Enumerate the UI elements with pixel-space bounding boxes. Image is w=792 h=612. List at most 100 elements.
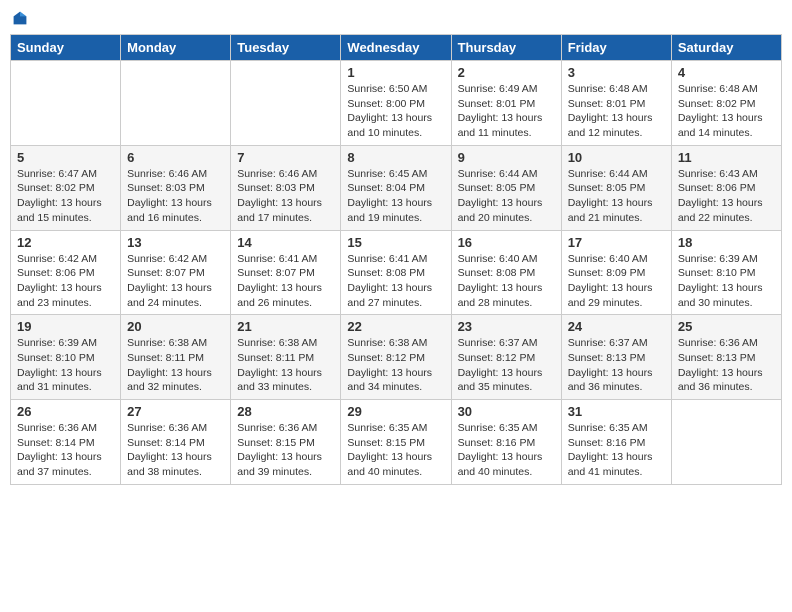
day-info: Sunrise: 6:42 AM Sunset: 8:07 PM Dayligh… bbox=[127, 252, 224, 311]
day-of-week-sunday: Sunday bbox=[11, 35, 121, 61]
day-number: 16 bbox=[458, 235, 555, 250]
day-number: 17 bbox=[568, 235, 665, 250]
calendar-cell: 31 Sunrise: 6:35 AM Sunset: 8:16 PM Dayli… bbox=[561, 400, 671, 485]
calendar-cell: 13 Sunrise: 6:42 AM Sunset: 8:07 PM Dayli… bbox=[121, 230, 231, 315]
day-number: 12 bbox=[17, 235, 114, 250]
day-info: Sunrise: 6:47 AM Sunset: 8:02 PM Dayligh… bbox=[17, 167, 114, 226]
logo-icon bbox=[12, 10, 28, 26]
day-of-week-saturday: Saturday bbox=[671, 35, 781, 61]
day-number: 21 bbox=[237, 319, 334, 334]
day-number: 14 bbox=[237, 235, 334, 250]
day-number: 26 bbox=[17, 404, 114, 419]
day-number: 18 bbox=[678, 235, 775, 250]
calendar-cell bbox=[121, 61, 231, 146]
calendar-cell: 3 Sunrise: 6:48 AM Sunset: 8:01 PM Daylig… bbox=[561, 61, 671, 146]
day-info: Sunrise: 6:36 AM Sunset: 8:14 PM Dayligh… bbox=[127, 421, 224, 480]
day-info: Sunrise: 6:37 AM Sunset: 8:13 PM Dayligh… bbox=[568, 336, 665, 395]
day-of-week-tuesday: Tuesday bbox=[231, 35, 341, 61]
calendar-cell: 30Sunrise: 6:35 AM Sunset: 8:16 PM Dayli… bbox=[451, 400, 561, 485]
day-number: 30 bbox=[458, 404, 555, 419]
day-info: Sunrise: 6:36 AM Sunset: 8:14 PM Dayligh… bbox=[17, 421, 114, 480]
day-number: 4 bbox=[678, 65, 775, 80]
day-info: Sunrise: 6:45 AM Sunset: 8:04 PM Dayligh… bbox=[347, 167, 444, 226]
day-info: Sunrise: 6:40 AM Sunset: 8:08 PM Dayligh… bbox=[458, 252, 555, 311]
day-number: 29 bbox=[347, 404, 444, 419]
day-info: Sunrise: 6:38 AM Sunset: 8:12 PM Dayligh… bbox=[347, 336, 444, 395]
day-info: Sunrise: 6:39 AM Sunset: 8:10 PM Dayligh… bbox=[678, 252, 775, 311]
calendar-cell: 25Sunrise: 6:36 AM Sunset: 8:13 PM Dayli… bbox=[671, 315, 781, 400]
calendar-cell: 8 Sunrise: 6:45 AM Sunset: 8:04 PM Daylig… bbox=[341, 145, 451, 230]
day-info: Sunrise: 6:35 AM Sunset: 8:16 PM Dayligh… bbox=[568, 421, 665, 480]
calendar-cell: 10 Sunrise: 6:44 AM Sunset: 8:05 PM Dayli… bbox=[561, 145, 671, 230]
calendar-cell: 14 Sunrise: 6:41 AM Sunset: 8:07 PM Dayli… bbox=[231, 230, 341, 315]
day-info: Sunrise: 6:42 AM Sunset: 8:06 PM Dayligh… bbox=[17, 252, 114, 311]
calendar-cell bbox=[11, 61, 121, 146]
calendar-cell: 22 Sunrise: 6:38 AM Sunset: 8:12 PM Dayli… bbox=[341, 315, 451, 400]
day-number: 20 bbox=[127, 319, 224, 334]
page-header bbox=[10, 10, 782, 26]
calendar-table: SundayMondayTuesdayWednesdayThursdayFrid… bbox=[10, 34, 782, 485]
day-number: 8 bbox=[347, 150, 444, 165]
calendar-cell: 2 Sunrise: 6:49 AM Sunset: 8:01 PM Daylig… bbox=[451, 61, 561, 146]
calendar-cell: 16 Sunrise: 6:40 AM Sunset: 8:08 PM Dayli… bbox=[451, 230, 561, 315]
calendar-cell: 26 Sunrise: 6:36 AM Sunset: 8:14 PM Dayli… bbox=[11, 400, 121, 485]
calendar-cell: 19Sunrise: 6:39 AM Sunset: 8:10 PM Dayli… bbox=[11, 315, 121, 400]
day-info: Sunrise: 6:40 AM Sunset: 8:09 PM Dayligh… bbox=[568, 252, 665, 311]
day-number: 11 bbox=[678, 150, 775, 165]
calendar-cell: 4 Sunrise: 6:48 AM Sunset: 8:02 PM Daylig… bbox=[671, 61, 781, 146]
day-info: Sunrise: 6:50 AM Sunset: 8:00 PM Dayligh… bbox=[347, 82, 444, 141]
calendar-cell: 9 Sunrise: 6:44 AM Sunset: 8:05 PM Daylig… bbox=[451, 145, 561, 230]
day-info: Sunrise: 6:35 AM Sunset: 8:15 PM Dayligh… bbox=[347, 421, 444, 480]
day-info: Sunrise: 6:49 AM Sunset: 8:01 PM Dayligh… bbox=[458, 82, 555, 141]
logo bbox=[10, 10, 28, 26]
calendar-cell bbox=[671, 400, 781, 485]
calendar-cell: 21 Sunrise: 6:38 AM Sunset: 8:11 PM Dayli… bbox=[231, 315, 341, 400]
day-info: Sunrise: 6:46 AM Sunset: 8:03 PM Dayligh… bbox=[127, 167, 224, 226]
day-number: 27 bbox=[127, 404, 224, 419]
calendar-cell: 29 Sunrise: 6:35 AM Sunset: 8:15 PM Dayli… bbox=[341, 400, 451, 485]
calendar-cell: 6 Sunrise: 6:46 AM Sunset: 8:03 PM Daylig… bbox=[121, 145, 231, 230]
day-info: Sunrise: 6:38 AM Sunset: 8:11 PM Dayligh… bbox=[237, 336, 334, 395]
day-info: Sunrise: 6:44 AM Sunset: 8:05 PM Dayligh… bbox=[458, 167, 555, 226]
day-number: 15 bbox=[347, 235, 444, 250]
calendar-cell: 17 Sunrise: 6:40 AM Sunset: 8:09 PM Dayli… bbox=[561, 230, 671, 315]
day-number: 9 bbox=[458, 150, 555, 165]
day-number: 3 bbox=[568, 65, 665, 80]
day-number: 5 bbox=[17, 150, 114, 165]
day-number: 1 bbox=[347, 65, 444, 80]
calendar-cell: 28Sunrise: 6:36 AM Sunset: 8:15 PM Dayli… bbox=[231, 400, 341, 485]
day-number: 7 bbox=[237, 150, 334, 165]
day-info: Sunrise: 6:37 AM Sunset: 8:12 PM Dayligh… bbox=[458, 336, 555, 395]
day-number: 6 bbox=[127, 150, 224, 165]
calendar-cell: 12 Sunrise: 6:42 AM Sunset: 8:06 PM Dayli… bbox=[11, 230, 121, 315]
day-info: Sunrise: 6:41 AM Sunset: 8:07 PM Dayligh… bbox=[237, 252, 334, 311]
day-number: 24 bbox=[568, 319, 665, 334]
day-of-week-wednesday: Wednesday bbox=[341, 35, 451, 61]
calendar-cell: 11Sunrise: 6:43 AM Sunset: 8:06 PM Dayli… bbox=[671, 145, 781, 230]
day-info: Sunrise: 6:48 AM Sunset: 8:02 PM Dayligh… bbox=[678, 82, 775, 141]
calendar-cell: 23 Sunrise: 6:37 AM Sunset: 8:12 PM Dayli… bbox=[451, 315, 561, 400]
calendar-cell: 27 Sunrise: 6:36 AM Sunset: 8:14 PM Dayli… bbox=[121, 400, 231, 485]
calendar-cell: 20 Sunrise: 6:38 AM Sunset: 8:11 PM Dayli… bbox=[121, 315, 231, 400]
day-info: Sunrise: 6:39 AM Sunset: 8:10 PM Dayligh… bbox=[17, 336, 114, 395]
day-number: 22 bbox=[347, 319, 444, 334]
calendar-cell: 5 Sunrise: 6:47 AM Sunset: 8:02 PM Daylig… bbox=[11, 145, 121, 230]
day-number: 13 bbox=[127, 235, 224, 250]
day-of-week-friday: Friday bbox=[561, 35, 671, 61]
calendar-cell bbox=[231, 61, 341, 146]
day-number: 31 bbox=[568, 404, 665, 419]
day-number: 2 bbox=[458, 65, 555, 80]
calendar-cell: 24 Sunrise: 6:37 AM Sunset: 8:13 PM Dayli… bbox=[561, 315, 671, 400]
day-number: 23 bbox=[458, 319, 555, 334]
calendar-cell: 1 Sunrise: 6:50 AM Sunset: 8:00 PM Daylig… bbox=[341, 61, 451, 146]
day-info: Sunrise: 6:36 AM Sunset: 8:15 PM Dayligh… bbox=[237, 421, 334, 480]
day-info: Sunrise: 6:48 AM Sunset: 8:01 PM Dayligh… bbox=[568, 82, 665, 141]
day-number: 10 bbox=[568, 150, 665, 165]
day-info: Sunrise: 6:36 AM Sunset: 8:13 PM Dayligh… bbox=[678, 336, 775, 395]
day-info: Sunrise: 6:44 AM Sunset: 8:05 PM Dayligh… bbox=[568, 167, 665, 226]
day-info: Sunrise: 6:41 AM Sunset: 8:08 PM Dayligh… bbox=[347, 252, 444, 311]
day-info: Sunrise: 6:38 AM Sunset: 8:11 PM Dayligh… bbox=[127, 336, 224, 395]
day-of-week-thursday: Thursday bbox=[451, 35, 561, 61]
calendar-cell: 18 Sunrise: 6:39 AM Sunset: 8:10 PM Dayli… bbox=[671, 230, 781, 315]
calendar-cell: 7Sunrise: 6:46 AM Sunset: 8:03 PM Daylig… bbox=[231, 145, 341, 230]
